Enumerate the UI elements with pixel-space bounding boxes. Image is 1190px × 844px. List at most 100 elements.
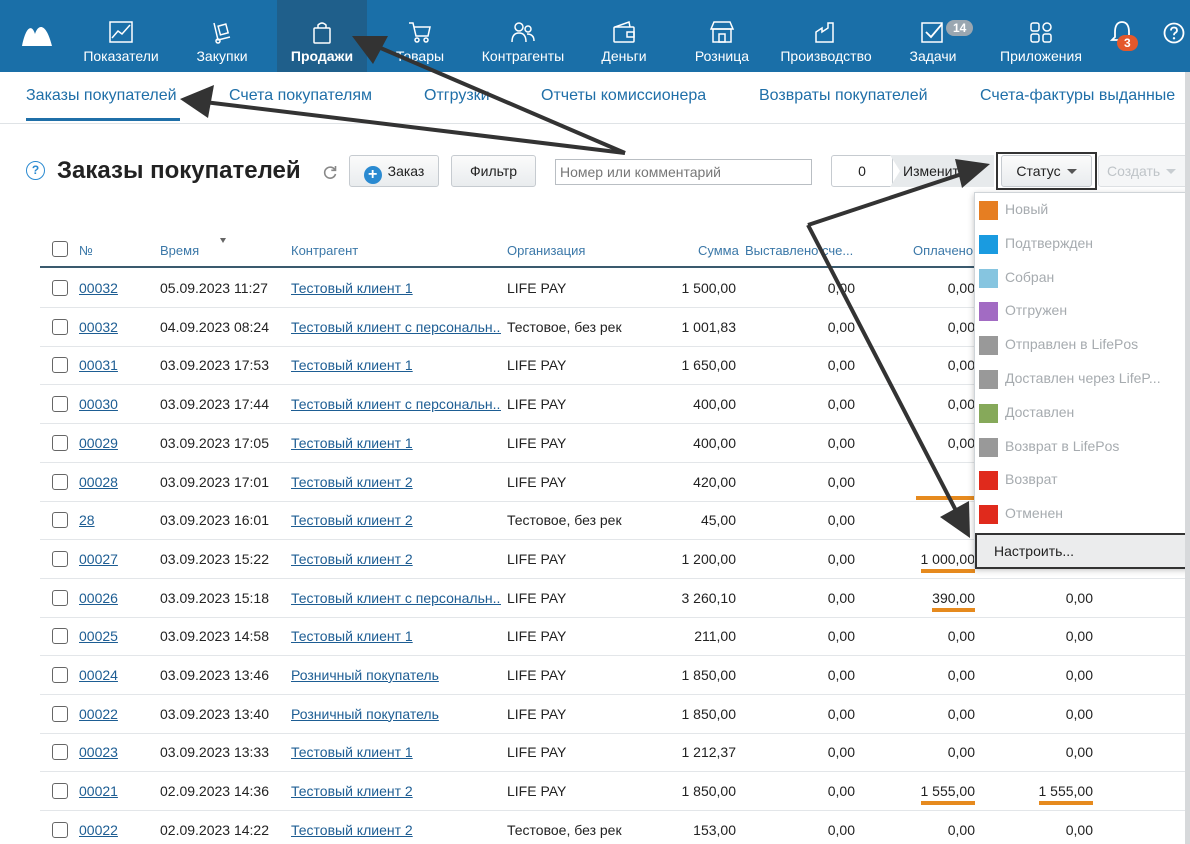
- configure-statuses-item[interactable]: Настроить...: [975, 533, 1189, 569]
- nav-item-8[interactable]: Задачи: [905, 0, 961, 72]
- col-organization[interactable]: Организация: [507, 243, 585, 258]
- counterparty-link[interactable]: Тестовый клиент 2: [291, 474, 413, 490]
- invoiced-sum: 0,00: [827, 396, 855, 413]
- counterparty-link[interactable]: Тестовый клиент 1: [291, 744, 413, 760]
- nav-item-3[interactable]: Товары: [393, 0, 447, 72]
- order-number-link[interactable]: 00027: [79, 551, 118, 567]
- status-option[interactable]: Отправлен в LifePos: [975, 328, 1190, 362]
- row-checkbox[interactable]: [52, 473, 68, 490]
- page-scrollbar[interactable]: [1185, 72, 1190, 844]
- table-row[interactable]: 00025 03.09.2023 14:58 Тестовый клиент 1 LI…: [40, 617, 1190, 657]
- order-number-link[interactable]: 00022: [79, 822, 118, 838]
- order-number-link[interactable]: 28: [79, 512, 95, 528]
- counterparty-link[interactable]: Розничный покупатель: [291, 667, 439, 683]
- counterparty-link[interactable]: Розничный покупатель: [291, 706, 439, 722]
- col-invoiced[interactable]: Выставлено сче...: [745, 243, 863, 258]
- tab-issued-invoices[interactable]: Счета-фактуры выданные: [980, 87, 1175, 105]
- status-option[interactable]: Возврат: [975, 463, 1190, 497]
- change-button[interactable]: Изменить: [890, 155, 994, 187]
- sort-desc-icon[interactable]: [220, 238, 226, 243]
- row-checkbox[interactable]: [52, 705, 68, 722]
- row-checkbox[interactable]: [52, 318, 68, 335]
- col-sum[interactable]: Сумма: [698, 243, 739, 258]
- row-checkbox[interactable]: [52, 628, 68, 645]
- refresh-icon[interactable]: [322, 164, 338, 180]
- order-number-link[interactable]: 00032: [79, 280, 118, 296]
- counterparty-link[interactable]: Тестовый клиент 1: [291, 357, 413, 373]
- tab-customer-returns[interactable]: Возвраты покупателей: [759, 87, 928, 105]
- nav-item-4[interactable]: Контрагенты: [478, 0, 568, 72]
- order-number-link[interactable]: 00026: [79, 590, 118, 606]
- filter-button[interactable]: Фильтр: [451, 155, 536, 187]
- order-number-link[interactable]: 00022: [79, 706, 118, 722]
- order-number-link[interactable]: 00032: [79, 319, 118, 335]
- create-button[interactable]: Создать: [1098, 155, 1190, 187]
- tab-shipments[interactable]: Отгрузки: [424, 87, 490, 105]
- shipped-sum: 0,00: [1015, 590, 1093, 606]
- counterparty-link[interactable]: Тестовый клиент 1: [291, 628, 413, 644]
- row-checkbox[interactable]: [52, 357, 68, 374]
- counterparty-link[interactable]: Тестовый клиент с персональн...: [291, 319, 501, 335]
- status-option[interactable]: Новый: [975, 193, 1190, 227]
- status-option[interactable]: Подтвержден: [975, 227, 1190, 261]
- row-checkbox[interactable]: [52, 589, 68, 606]
- nav-item-5[interactable]: Деньги: [597, 0, 651, 72]
- row-checkbox[interactable]: [52, 396, 68, 413]
- col-paid[interactable]: Оплачено: [913, 243, 973, 258]
- search-input[interactable]: [555, 159, 812, 185]
- nav-item-9[interactable]: Приложения: [996, 0, 1086, 72]
- order-number-link[interactable]: 00023: [79, 744, 118, 760]
- table-row[interactable]: 00023 03.09.2023 13:33 Тестовый клиент 1 LI…: [40, 733, 1190, 773]
- order-number-link[interactable]: 00025: [79, 628, 118, 644]
- row-checkbox[interactable]: [52, 667, 68, 683]
- order-number-link[interactable]: 00031: [79, 357, 118, 373]
- row-checkbox[interactable]: [52, 821, 68, 838]
- row-checkbox[interactable]: [52, 550, 68, 567]
- order-number-link[interactable]: 00028: [79, 474, 118, 490]
- counterparty-link[interactable]: Тестовый клиент 1: [291, 435, 413, 451]
- order-number-link[interactable]: 00029: [79, 435, 118, 451]
- counterparty-link[interactable]: Тестовый клиент с персональн...: [291, 590, 501, 606]
- counterparty-link[interactable]: Тестовый клиент 2: [291, 783, 413, 799]
- status-option[interactable]: Отменен: [975, 497, 1190, 531]
- tab-commissioner-reports[interactable]: Отчеты комиссионера: [541, 87, 706, 105]
- tab-customer-orders[interactable]: Заказы покупателей: [26, 87, 177, 105]
- counterparty-link[interactable]: Тестовый клиент 2: [291, 512, 413, 528]
- table-row[interactable]: 00021 02.09.2023 14:36 Тестовый клиент 2 LI…: [40, 772, 1190, 812]
- counterparty-link[interactable]: Тестовый клиент 1: [291, 280, 413, 296]
- nav-item-0[interactable]: Показатели: [80, 0, 162, 72]
- status-option[interactable]: Возврат в LifePos: [975, 430, 1190, 464]
- nav-item-7[interactable]: Производство: [779, 0, 873, 72]
- order-number-link[interactable]: 00021: [79, 783, 118, 799]
- table-row[interactable]: 00024 03.09.2023 13:46 Розничный покупател…: [40, 656, 1190, 695]
- col-counterparty[interactable]: Контрагент: [291, 243, 358, 258]
- counterparty-link[interactable]: Тестовый клиент 2: [291, 551, 413, 567]
- col-time[interactable]: Время: [160, 243, 199, 258]
- add-order-button[interactable]: + Заказ: [349, 155, 439, 187]
- status-option[interactable]: Доставлен через LifeP...: [975, 362, 1190, 396]
- help-icon[interactable]: ?: [26, 161, 45, 180]
- row-checkbox[interactable]: [52, 434, 68, 451]
- order-number-link[interactable]: 00024: [79, 667, 118, 683]
- counterparty-link[interactable]: Тестовый клиент с персональн...: [291, 396, 501, 412]
- status-option[interactable]: Доставлен: [975, 396, 1190, 430]
- table-row[interactable]: 00022 03.09.2023 13:40 Розничный покупател…: [40, 695, 1190, 734]
- order-number-link[interactable]: 00030: [79, 396, 118, 412]
- status-option[interactable]: Собран: [975, 261, 1190, 295]
- row-checkbox[interactable]: [52, 280, 68, 296]
- help-question-icon[interactable]: [1163, 22, 1185, 44]
- nav-item-6[interactable]: Розница: [690, 0, 754, 72]
- nav-item-1[interactable]: Закупки: [190, 0, 254, 72]
- nav-item-2[interactable]: Продажи: [277, 0, 367, 72]
- status-option[interactable]: Отгружен: [975, 294, 1190, 328]
- counterparty-link[interactable]: Тестовый клиент 2: [291, 822, 413, 838]
- select-all-checkbox[interactable]: [52, 241, 68, 257]
- table-row[interactable]: 00022 02.09.2023 14:22 Тестовый клиент 2 Те…: [40, 811, 1190, 844]
- tab-customer-invoices[interactable]: Счета покупателям: [229, 87, 372, 105]
- table-row[interactable]: 00026 03.09.2023 15:18 Тестовый клиент с п…: [40, 579, 1190, 618]
- col-number[interactable]: №: [79, 243, 93, 258]
- row-checkbox[interactable]: [52, 512, 68, 529]
- row-checkbox[interactable]: [52, 744, 68, 761]
- row-checkbox[interactable]: [52, 783, 68, 800]
- logo-icon[interactable]: [20, 22, 54, 48]
